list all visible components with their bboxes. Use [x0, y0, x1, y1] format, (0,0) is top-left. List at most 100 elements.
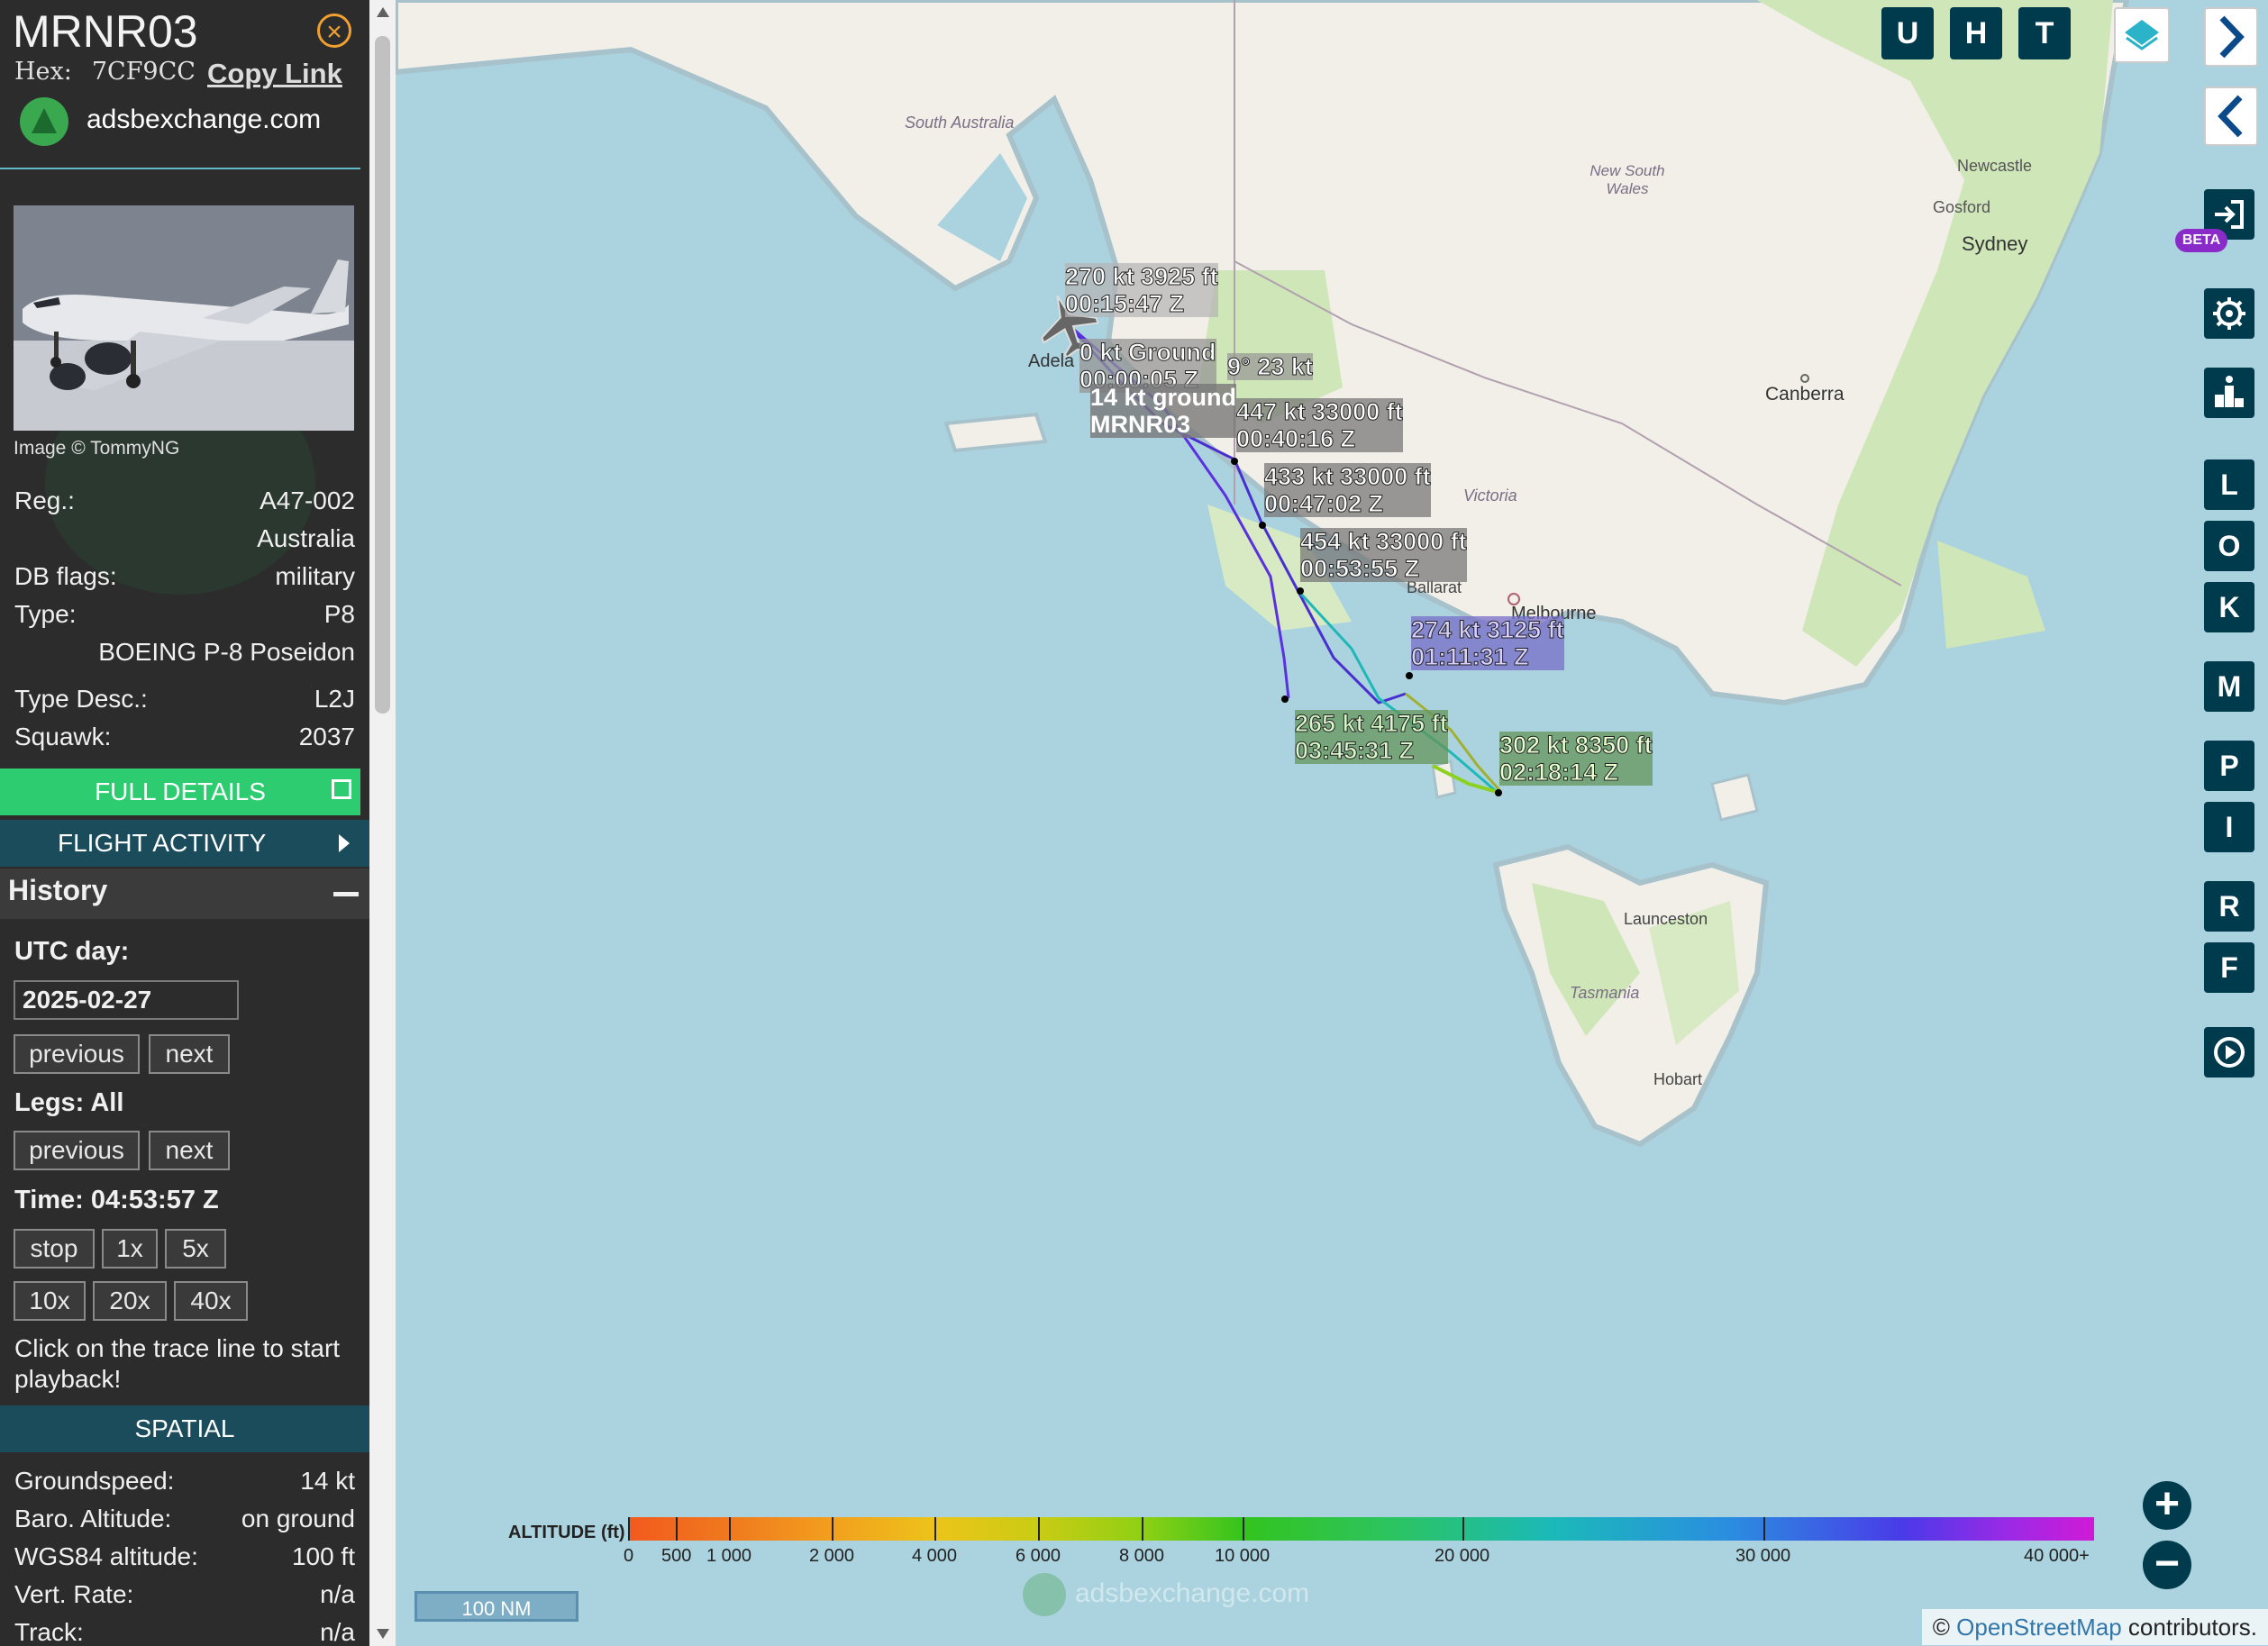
track-label-line1: 14 kt ground [1090, 384, 1237, 411]
replay-icon [2214, 1037, 2245, 1068]
toggle-p-button[interactable]: P [2204, 741, 2254, 791]
speed-5x-button[interactable]: 5x [165, 1229, 226, 1269]
type-name: BOEING P-8 Poseidon [98, 638, 355, 666]
close-icon[interactable]: × [317, 14, 351, 48]
altitude-tick: 30 000 [1735, 1546, 1791, 1566]
track-label[interactable]: 274 kt 3125 ft 01:11:31 Z [1411, 616, 1565, 671]
toggle-u-button[interactable]: U [1881, 7, 1934, 59]
track-label[interactable]: 9° 23 kt [1227, 353, 1314, 381]
replay-button[interactable] [2204, 1027, 2254, 1078]
altitude-tick: 10 000 [1215, 1546, 1271, 1566]
beta-badge: BETA [2175, 229, 2227, 252]
scale-bar: 100 NM [414, 1591, 578, 1622]
groundspeed-label: Groundspeed: [14, 1467, 175, 1495]
squawk-value: 2037 [298, 723, 355, 750]
reg-label: Reg.: [14, 487, 75, 514]
reg-value: A47-002 [260, 487, 355, 514]
toggle-m-button[interactable]: M [2204, 661, 2254, 712]
zoom-in-button[interactable]: + [2143, 1481, 2191, 1530]
scroll-up-icon[interactable] [377, 7, 389, 17]
speed-40x-button[interactable]: 40x [174, 1281, 248, 1321]
track-label-line2: 00:47:02 Z [1264, 490, 1384, 518]
track-label[interactable]: 454 kt 33000 ft 00:53:55 Z [1300, 528, 1468, 583]
scrollbar-thumb[interactable] [375, 36, 390, 714]
copy-link[interactable]: Copy Link [207, 58, 342, 90]
track-label-line2: MRNR03 [1090, 411, 1191, 438]
speed-1x-button[interactable]: 1x [102, 1229, 158, 1269]
track-label-line2: 01:11:31 Z [1411, 643, 1530, 671]
country-value: Australia [257, 524, 355, 552]
track-label[interactable]: 302 kt 8350 ft 02:18:14 Z [1499, 732, 1653, 787]
track-label[interactable]: 433 kt 33000 ft 00:47:02 Z [1264, 463, 1432, 518]
toggle-t-button[interactable]: T [2018, 7, 2071, 59]
track-label[interactable]: 265 kt 4175 ft 03:45:31 Z [1295, 710, 1449, 765]
track-label-line2: 03:45:31 Z [1295, 737, 1415, 765]
zoom-out-button[interactable]: − [2143, 1541, 2191, 1589]
track-label[interactable]: 270 kt 3925 ft 00:15:47 Z [1065, 263, 1219, 318]
altitude-legend: ALTITUDE (ft) 0 500 1 000 2 000 4 000 6 … [505, 1514, 2099, 1568]
map-attribution: © OpenStreetMap contributors. [1921, 1609, 2268, 1645]
speed-20x-button[interactable]: 20x [93, 1281, 167, 1321]
altitude-tick: 0 [624, 1546, 634, 1566]
track-label-line2: 00:40:16 Z [1236, 425, 1356, 453]
layers-button[interactable] [2114, 7, 2170, 63]
chevron-right-icon [339, 834, 350, 852]
leg-next-button[interactable]: next [149, 1131, 230, 1170]
track-label-line2: 00:15:47 Z [1065, 290, 1185, 318]
photo-credit: Image © TommyNG [14, 438, 180, 459]
day-previous-button[interactable]: previous [14, 1034, 140, 1074]
dbflags-label: DB flags: [14, 562, 117, 590]
wgs84-altitude-value: 100 ft [291, 1542, 355, 1570]
altitude-tick: 2 000 [809, 1546, 855, 1566]
leg-previous-button[interactable]: previous [14, 1131, 140, 1170]
place-label-hobart: Hobart [1653, 1070, 1703, 1088]
expand-sidebar-button[interactable] [2204, 7, 2258, 67]
typedesc-value: L2J [314, 685, 355, 713]
hex-row: Hex: 7CF9CC [14, 58, 196, 86]
aircraft-info-panel: MRNR03 × Hex: 7CF9CC Copy Link adsbexchan… [0, 0, 369, 1646]
place-label-sydney: Sydney [1962, 232, 2028, 255]
scroll-down-icon[interactable] [377, 1629, 389, 1639]
stats-button[interactable] [2204, 368, 2254, 418]
osm-link[interactable]: OpenStreetMap [1956, 1614, 2122, 1641]
altitude-tick: 4 000 [912, 1546, 958, 1566]
map-watermark: adsbexchange.com [1023, 1573, 1309, 1616]
altitude-tick: 6 000 [1016, 1546, 1061, 1566]
day-next-button[interactable]: next [149, 1034, 230, 1074]
baro-altitude-value: on ground [241, 1505, 355, 1532]
place-label-newcastle: Newcastle [1957, 157, 2033, 175]
settings-button[interactable] [2204, 288, 2254, 339]
spatial-section-header[interactable]: SPATIAL [0, 1405, 369, 1452]
utc-date-input[interactable]: 2025-02-27 [14, 980, 239, 1020]
history-header[interactable]: History [0, 868, 369, 919]
track-label-line1: 302 kt 8350 ft [1499, 732, 1653, 759]
track-label-line1: 265 kt 4175 ft [1295, 710, 1449, 738]
track-label-line1: 274 kt 3125 ft [1411, 616, 1565, 644]
toggle-l-button[interactable]: L [2204, 459, 2254, 510]
speed-10x-button[interactable]: 10x [14, 1281, 86, 1321]
sidebar-scrollbar[interactable] [369, 0, 396, 1646]
source-name[interactable]: adsbexchange.com [87, 105, 321, 135]
toggle-i-button[interactable]: I [2204, 802, 2254, 852]
track-label[interactable]: 447 kt 33000 ft 00:40:16 Z [1236, 398, 1404, 453]
aircraft-photo[interactable] [14, 205, 354, 431]
track-label-line1: 433 kt 33000 ft [1264, 463, 1432, 491]
toggle-h-button[interactable]: H [1950, 7, 2002, 59]
collapse-icon[interactable] [333, 892, 359, 896]
flight-activity-button[interactable]: FLIGHT ACTIVITY [0, 820, 369, 867]
full-details-button[interactable]: FULL DETAILS [0, 768, 360, 815]
toggle-o-button[interactable]: O [2204, 521, 2254, 571]
track-label[interactable]: 14 kt ground MRNR03 [1090, 384, 1237, 438]
toggle-f-button[interactable]: F [2204, 942, 2254, 993]
track-label-line1: 270 kt 3925 ft [1065, 263, 1219, 291]
collapse-sidebar-button[interactable] [2204, 86, 2258, 146]
map-view[interactable]: South Australia New South Wales Newcastl… [396, 0, 2268, 1646]
toggle-r-button[interactable]: R [2204, 881, 2254, 932]
playback-hint: Click on the trace line to start playbac… [14, 1334, 341, 1393]
place-label-south-australia: South Australia [905, 114, 1015, 132]
toggle-k-button[interactable]: K [2204, 582, 2254, 632]
gear-icon [2213, 297, 2245, 330]
stop-button[interactable]: stop [14, 1229, 95, 1269]
altitude-tick: 8 000 [1119, 1546, 1165, 1566]
place-label-launceston: Launceston [1624, 910, 1708, 928]
